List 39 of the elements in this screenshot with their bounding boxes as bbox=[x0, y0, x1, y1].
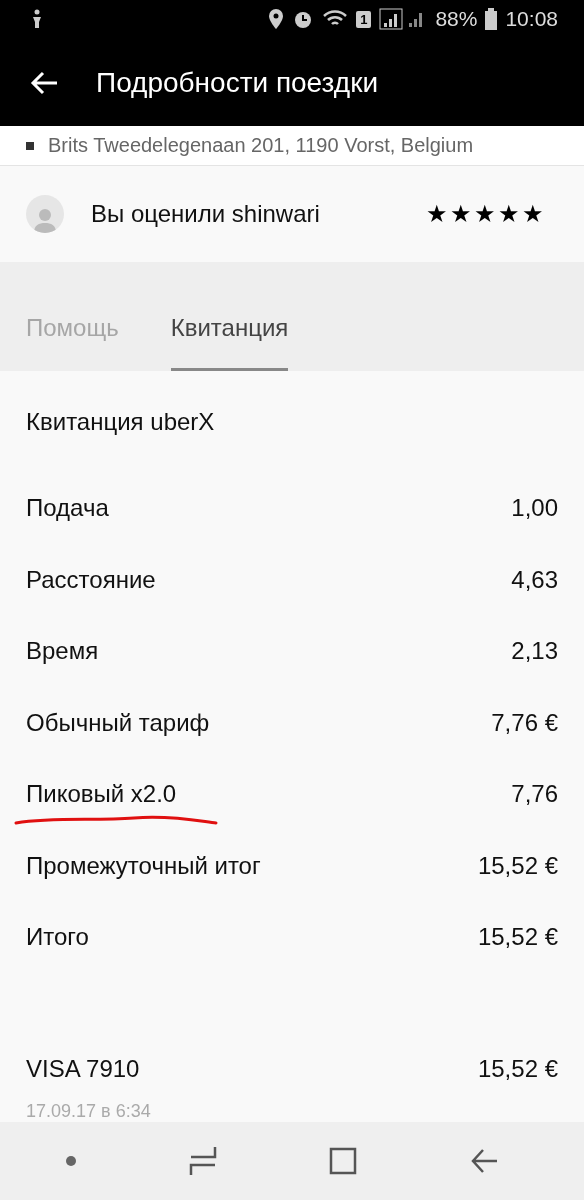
fare-label: Промежуточный итог bbox=[26, 851, 261, 880]
card-label: VISA 7910 bbox=[26, 1055, 140, 1084]
home-icon[interactable] bbox=[329, 1147, 358, 1176]
fare-amount: 15,52 € bbox=[477, 923, 558, 952]
payment-date: 17.09.17 в 6:34 bbox=[26, 1101, 152, 1123]
recent-apps-icon[interactable] bbox=[188, 1146, 217, 1177]
fare-label: Подача bbox=[26, 494, 109, 523]
fare-amount: 7,76 bbox=[511, 780, 558, 809]
battery-percent: 88% bbox=[435, 7, 478, 32]
tab[interactable]: Квитанция bbox=[170, 313, 289, 371]
dot-icon[interactable] bbox=[66, 1156, 77, 1167]
fare-label: Расстояние bbox=[26, 565, 156, 594]
battery-icon bbox=[485, 8, 498, 31]
receipt-title: Квитанция uberX bbox=[26, 406, 216, 437]
back-arrow-icon[interactable] bbox=[30, 70, 58, 95]
sim-badge: 1 bbox=[356, 10, 372, 28]
fare-label: Итого bbox=[26, 923, 89, 952]
fare-amount: 4,63 bbox=[511, 565, 558, 594]
fare-amount: 15,52 € bbox=[477, 851, 558, 880]
back-icon[interactable] bbox=[469, 1148, 498, 1175]
clock: 10:08 bbox=[505, 7, 558, 32]
fare-label: Пиковый x2.0 bbox=[26, 780, 177, 809]
location-marker-icon bbox=[26, 141, 34, 150]
star-icon: ★ bbox=[498, 200, 520, 229]
fare-amount: 2,13 bbox=[511, 637, 558, 666]
star-icon: ★ bbox=[522, 200, 544, 229]
fare-amount: 1,00 bbox=[511, 494, 558, 523]
fare-label: Время bbox=[26, 637, 99, 666]
fare-label: Обычный тариф bbox=[26, 708, 210, 737]
location-icon bbox=[268, 8, 285, 31]
screen-title: Подробности поездки bbox=[96, 66, 379, 99]
rating-text: Вы оценили shinwari bbox=[91, 200, 321, 229]
avatar-icon bbox=[26, 195, 64, 234]
payment-amount: 15,52 € bbox=[477, 1055, 558, 1084]
star-icon: ★ bbox=[474, 200, 496, 229]
star-icon: ★ bbox=[426, 200, 448, 229]
star-icon: ★ bbox=[450, 200, 472, 229]
fare-amount: 7,76 € bbox=[491, 708, 558, 737]
address-text: Brits Tweedelegenaan 201, 1190 Vorst, Belgium bbox=[48, 134, 474, 158]
